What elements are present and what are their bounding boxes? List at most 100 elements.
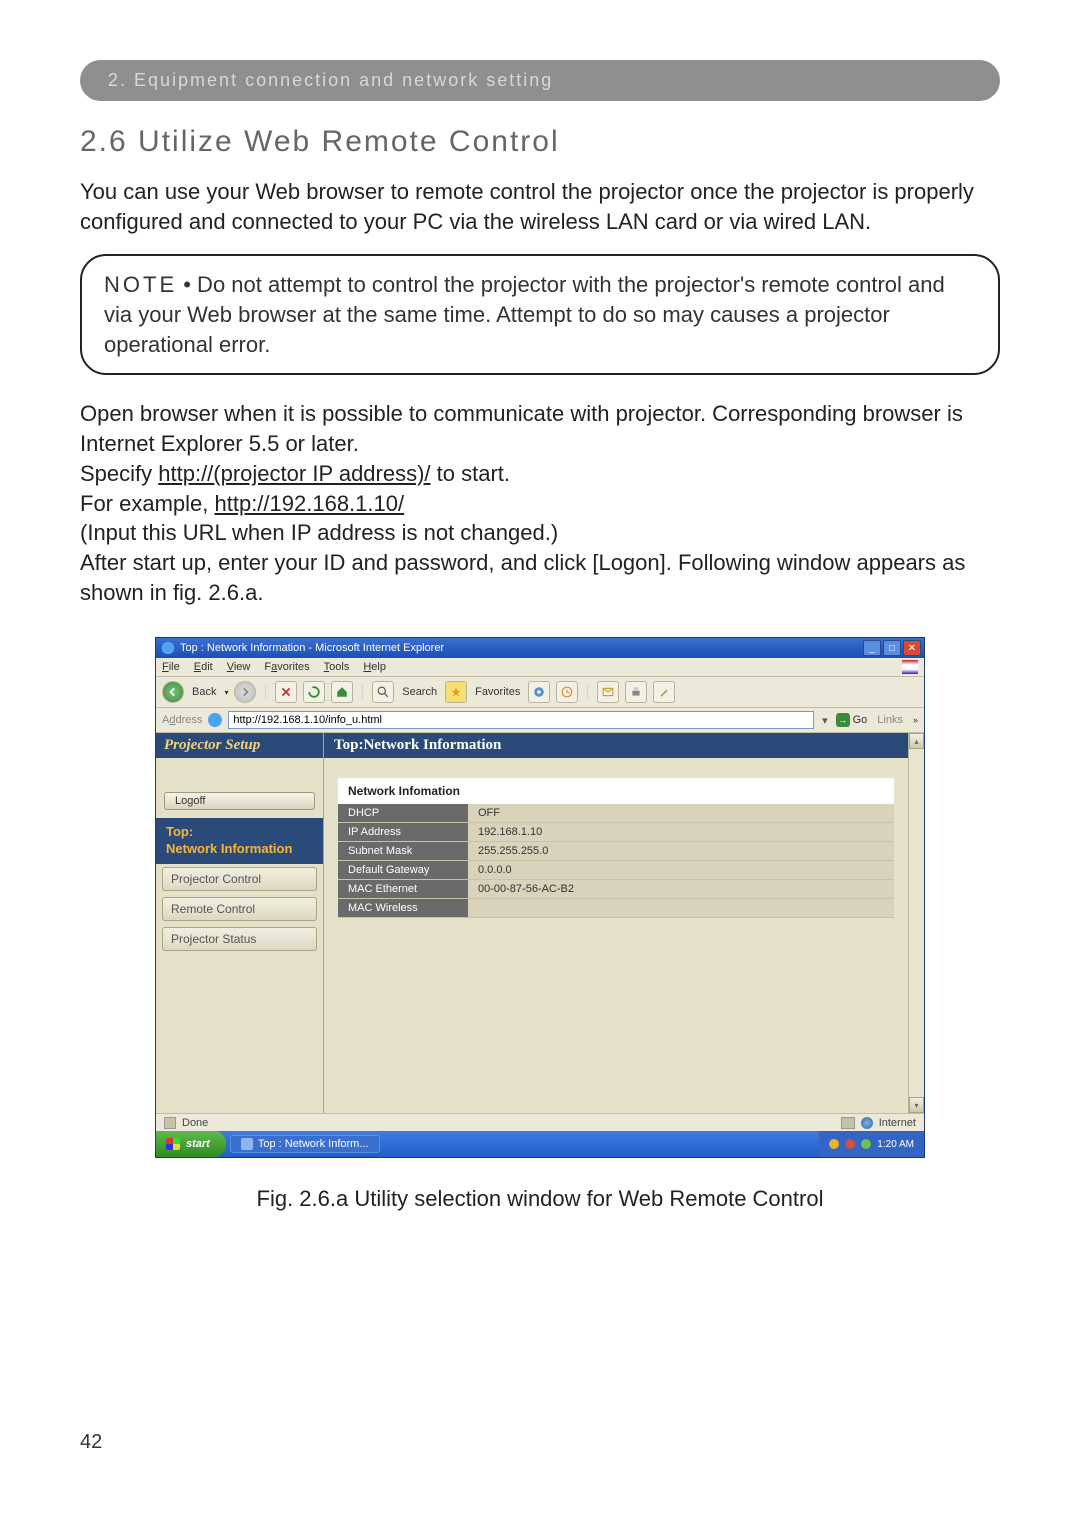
- instr-line-2-pre: Specify: [80, 461, 158, 486]
- search-icon[interactable]: [372, 681, 394, 703]
- tray-icon[interactable]: [845, 1139, 855, 1149]
- table-row: DHCPOFF: [338, 804, 894, 823]
- instr-line-2-post: to start.: [431, 461, 510, 486]
- row-key: DHCP: [338, 804, 468, 823]
- favorites-label[interactable]: Favorites: [473, 686, 522, 698]
- instructions-paragraph: Open browser when it is possible to comm…: [80, 399, 1000, 607]
- sidebar-item-network-info[interactable]: Top: Network Information: [156, 818, 323, 864]
- home-button[interactable]: [331, 681, 353, 703]
- sidebar-item-projector-control[interactable]: Projector Control: [162, 867, 317, 891]
- scrollbar[interactable]: ▴ ▾: [908, 733, 924, 1113]
- back-button[interactable]: [162, 681, 184, 703]
- row-key: MAC Wireless: [338, 899, 468, 918]
- links-chevron-icon[interactable]: »: [913, 715, 918, 725]
- done-icon: [164, 1117, 176, 1129]
- ie-window: Top : Network Information - Microsoft In…: [155, 637, 925, 1158]
- refresh-button[interactable]: [303, 681, 325, 703]
- address-dropdown-icon[interactable]: ▾: [820, 714, 830, 727]
- task-icon: [241, 1138, 253, 1150]
- menu-help[interactable]: Help: [363, 661, 386, 673]
- row-value: 0.0.0.0: [468, 861, 894, 880]
- menu-favorites[interactable]: Favorites: [264, 661, 309, 673]
- main-header: Top:Network Information: [324, 733, 908, 758]
- sidebar-active-sub: Network Information: [166, 841, 292, 856]
- sidebar: Projector Setup Logoff Top: Network Info…: [156, 733, 324, 1113]
- row-value: 192.168.1.10: [468, 823, 894, 842]
- maximize-button[interactable]: □: [883, 640, 901, 656]
- note-box: NOTE • Do not attempt to control the pro…: [80, 254, 1000, 375]
- ie-titlebar: Top : Network Information - Microsoft In…: [156, 638, 924, 658]
- network-info-table: DHCPOFF IP Address192.168.1.10 Subnet Ma…: [338, 804, 894, 918]
- clock: 1:20 AM: [877, 1139, 914, 1150]
- instr-line-5: After start up, enter your ID and passwo…: [80, 550, 965, 605]
- task-label: Top : Network Inform...: [258, 1138, 369, 1150]
- note-label: NOTE: [104, 272, 177, 297]
- tray-icon[interactable]: [861, 1139, 871, 1149]
- info-table-title: Network Infomation: [338, 778, 894, 804]
- sidebar-item-remote-control[interactable]: Remote Control: [162, 897, 317, 921]
- sidebar-brand: Projector Setup: [156, 733, 323, 758]
- row-key: MAC Ethernet: [338, 880, 468, 899]
- back-label[interactable]: Back: [190, 686, 218, 698]
- row-value: [468, 899, 894, 918]
- table-row: MAC Ethernet00-00-87-56-AC-B2: [338, 880, 894, 899]
- window-title: Top : Network Information - Microsoft In…: [180, 642, 444, 654]
- tray-icon[interactable]: [829, 1139, 839, 1149]
- menu-edit[interactable]: Edit: [194, 661, 213, 673]
- table-row: MAC Wireless: [338, 899, 894, 918]
- sidebar-active-top: Top:: [166, 824, 313, 841]
- row-value: OFF: [468, 804, 894, 823]
- page-number: 42: [80, 1431, 102, 1454]
- close-button[interactable]: ✕: [903, 640, 921, 656]
- edit-button[interactable]: [653, 681, 675, 703]
- section-bar: 2. Equipment connection and network sett…: [80, 60, 1000, 101]
- page-icon: [208, 713, 222, 727]
- address-label: Address: [162, 714, 202, 726]
- scroll-down-icon[interactable]: ▾: [909, 1097, 924, 1113]
- ie-address-bar: Address ▾ → Go Links »: [156, 708, 924, 733]
- start-label: start: [186, 1138, 210, 1150]
- row-key: IP Address: [338, 823, 468, 842]
- sidebar-item-projector-status[interactable]: Projector Status: [162, 927, 317, 951]
- address-input[interactable]: [228, 711, 814, 729]
- main-panel: Top:Network Information Network Infomati…: [324, 733, 908, 1113]
- internet-zone-icon: [861, 1117, 873, 1129]
- scroll-up-icon[interactable]: ▴: [909, 733, 924, 749]
- search-label[interactable]: Search: [400, 686, 439, 698]
- stop-button[interactable]: [275, 681, 297, 703]
- instr-line-4: (Input this URL when IP address is not c…: [80, 520, 558, 545]
- menu-file[interactable]: File: [162, 661, 180, 673]
- menu-tools[interactable]: Tools: [324, 661, 350, 673]
- links-label[interactable]: Links: [873, 714, 907, 726]
- media-button[interactable]: [528, 681, 550, 703]
- forward-button[interactable]: [234, 681, 256, 703]
- mail-button[interactable]: [597, 681, 619, 703]
- ie-status-bar: Done Internet: [156, 1113, 924, 1131]
- figure-caption: Fig. 2.6.a Utility selection window for …: [80, 1186, 1000, 1212]
- url-template: http://(projector IP address)/: [158, 461, 430, 486]
- instr-line-3-pre: For example,: [80, 491, 215, 516]
- print-button[interactable]: [625, 681, 647, 703]
- logoff-button[interactable]: Logoff: [164, 792, 315, 810]
- ie-logo-icon: [162, 642, 174, 654]
- go-button[interactable]: → Go: [836, 713, 868, 727]
- table-row: IP Address192.168.1.10: [338, 823, 894, 842]
- start-button[interactable]: start: [156, 1131, 226, 1157]
- url-example: http://192.168.1.10/: [215, 491, 405, 516]
- instr-line-1: Open browser when it is possible to comm…: [80, 401, 963, 456]
- windows-logo-icon: [166, 1138, 180, 1150]
- menu-view[interactable]: View: [227, 661, 251, 673]
- note-body: • Do not attempt to control the projecto…: [104, 272, 945, 356]
- windows-flag-icon: [902, 660, 918, 674]
- system-tray[interactable]: 1:20 AM: [819, 1131, 924, 1157]
- status-pane-icon: [841, 1117, 855, 1129]
- ie-menubar: File Edit View Favorites Tools Help: [156, 658, 924, 677]
- document-page: 2. Equipment connection and network sett…: [0, 0, 1080, 1514]
- favorites-icon[interactable]: [445, 681, 467, 703]
- back-dropdown-icon[interactable]: ▾: [224, 688, 228, 697]
- taskbar-item[interactable]: Top : Network Inform...: [230, 1135, 380, 1153]
- go-icon: →: [836, 713, 850, 727]
- intro-paragraph: You can use your Web browser to remote c…: [80, 177, 1000, 236]
- history-button[interactable]: [556, 681, 578, 703]
- minimize-button[interactable]: _: [863, 640, 881, 656]
